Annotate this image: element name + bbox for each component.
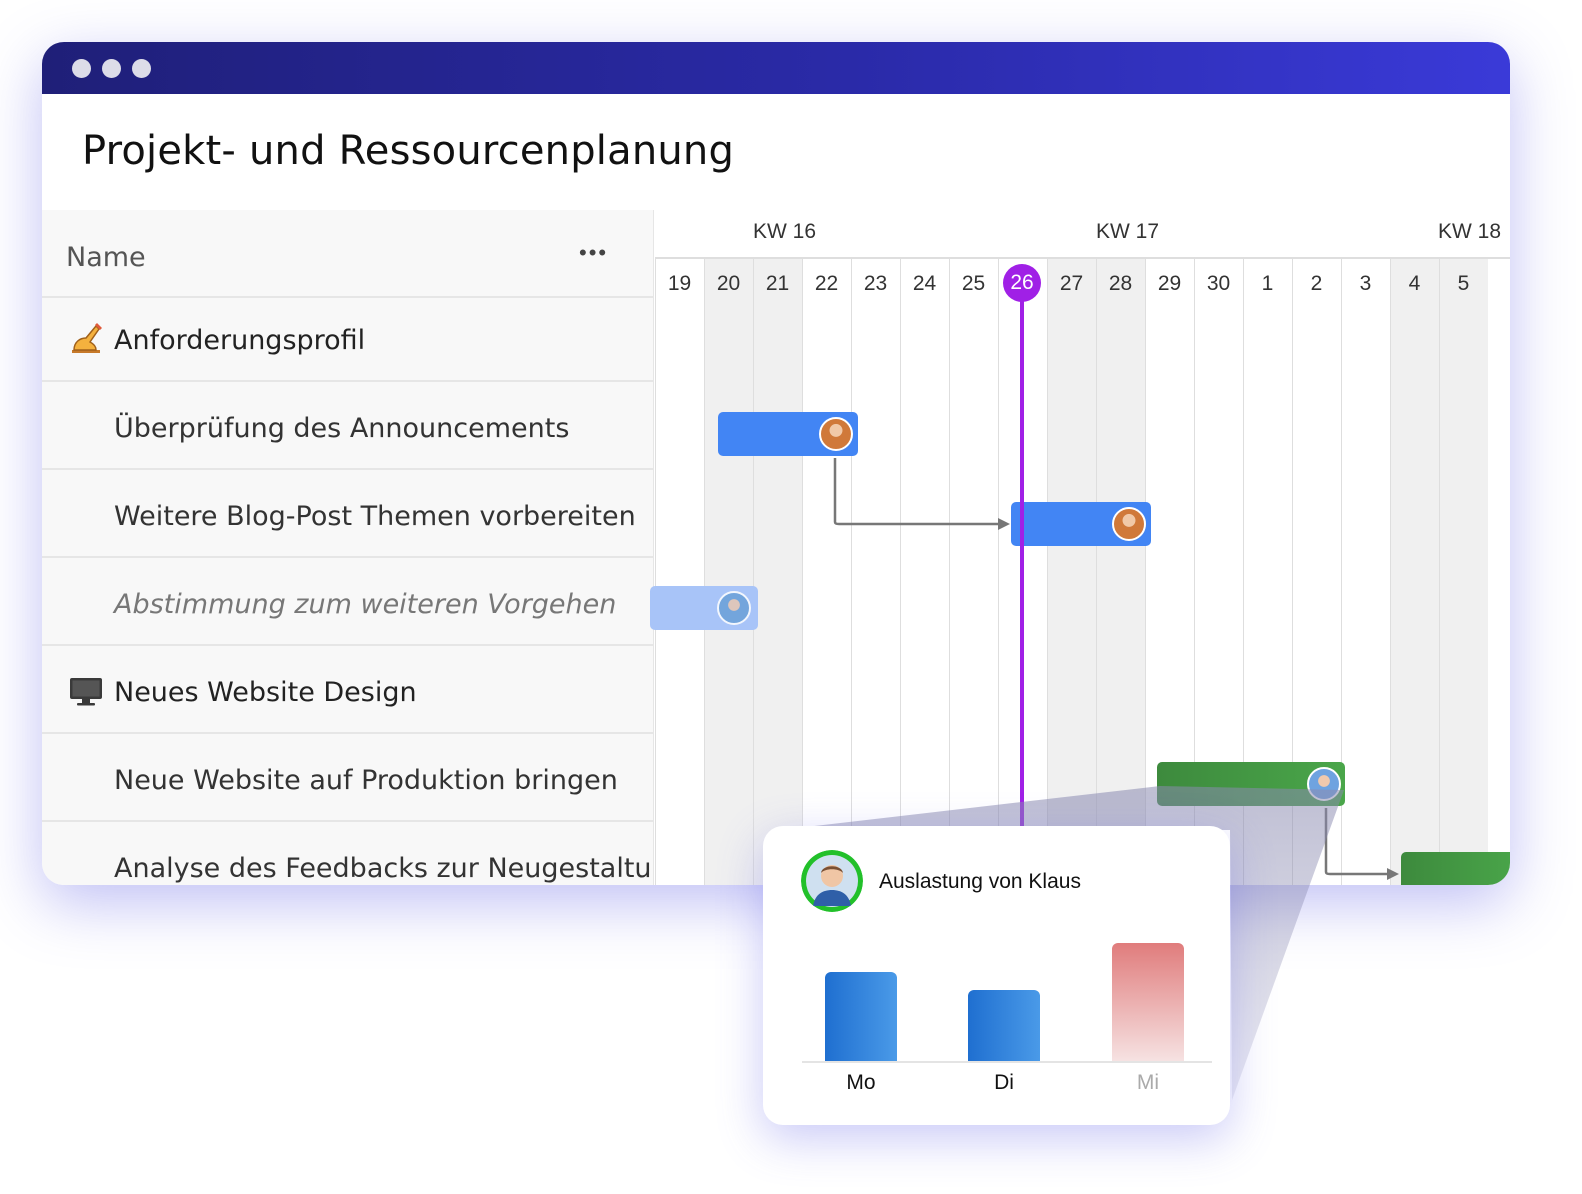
gantt-bar[interactable]	[1157, 762, 1345, 806]
task-row[interactable]: Weitere Blog-Post Themen vorbereiten	[42, 472, 653, 558]
task-row-group[interactable]: Neues Website Design	[42, 648, 653, 734]
user-avatar-icon	[1307, 767, 1341, 801]
chart-baseline	[802, 1061, 1212, 1063]
day-label: 1	[1261, 272, 1274, 295]
app-window: Projekt- und Ressourcenplanung Name ••• …	[42, 42, 1510, 885]
gantt-bar[interactable]	[1401, 852, 1510, 885]
task-row[interactable]: Überprüfung des Announcements	[42, 384, 653, 470]
more-options-icon[interactable]: •••	[579, 240, 608, 266]
chart-category-label: Di	[994, 1071, 1014, 1094]
task-label: Anforderungsprofil	[114, 325, 366, 356]
task-list: Name ••• Anforderungsprofil Überprüfung …	[42, 210, 654, 885]
page-title: Projekt- und Ressourcenplanung	[82, 128, 735, 174]
day-label: 25	[961, 272, 986, 295]
task-row[interactable]: Analyse des Feedbacks zur Neugestaltu	[42, 824, 653, 885]
user-avatar-icon	[717, 591, 751, 625]
name-column-header: Name •••	[42, 210, 653, 298]
day-label: 5	[1457, 272, 1470, 295]
day-label: 30	[1206, 272, 1231, 295]
day-label: 22	[814, 272, 839, 295]
today-marker-line	[1020, 300, 1024, 885]
chart-category-label: Mo	[846, 1071, 876, 1094]
popup-title: Auslastung von Klaus	[879, 870, 1081, 893]
chart-bar[interactable]	[825, 972, 897, 1061]
task-row[interactable]: Abstimmung zum weiteren Vorgehen	[42, 560, 653, 646]
day-label: 20	[716, 272, 741, 295]
gantt-bar[interactable]	[1011, 502, 1151, 546]
day-label: 3	[1359, 272, 1372, 295]
name-header-label: Name	[66, 242, 146, 273]
task-label: Neues Website Design	[114, 677, 417, 708]
title-bar	[42, 42, 1510, 94]
task-label: Abstimmung zum weiteren Vorgehen	[114, 589, 617, 620]
task-label: Neue Website auf Produktion bringen	[114, 765, 618, 796]
day-label: 21	[765, 272, 790, 295]
window-dot-icon[interactable]	[102, 59, 121, 78]
day-label: 4	[1408, 272, 1421, 295]
chart-bar[interactable]	[1112, 943, 1184, 1061]
user-avatar-icon	[801, 850, 863, 912]
task-row-group[interactable]: Anforderungsprofil	[42, 296, 653, 382]
day-label: 29	[1157, 272, 1182, 295]
writing-hand-icon	[72, 323, 102, 353]
day-label: 19	[667, 272, 692, 295]
gantt-bar[interactable]	[650, 586, 758, 630]
chart-bar[interactable]	[968, 990, 1040, 1061]
gantt-bar[interactable]	[718, 412, 858, 456]
dependency-lines	[833, 458, 1399, 880]
window-dot-icon[interactable]	[132, 59, 151, 78]
day-label: 28	[1108, 272, 1133, 295]
workload-popup: Auslastung von Klaus Mo Di Mi	[763, 826, 1230, 1125]
window-dot-icon[interactable]	[72, 59, 91, 78]
user-avatar-icon	[819, 417, 853, 451]
day-label: 23	[863, 272, 888, 295]
task-label: Überprüfung des Announcements	[114, 413, 570, 444]
gantt-timeline: KW 16 KW 17 KW 18 19 20 21 22 23 24 25 26 27 28 29…	[650, 210, 1510, 885]
task-label: Weitere Blog-Post Themen vorbereiten	[114, 501, 636, 532]
chart-category-label: Mi	[1136, 1071, 1160, 1094]
user-avatar-icon	[1112, 507, 1146, 541]
today-day-label: 26	[1003, 264, 1041, 302]
day-label: 2	[1310, 272, 1323, 295]
task-label: Analyse des Feedbacks zur Neugestaltu	[114, 853, 652, 884]
task-row[interactable]: Neue Website auf Produktion bringen	[42, 736, 653, 822]
monitor-icon	[70, 678, 102, 706]
day-label: 27	[1059, 272, 1084, 295]
day-label: 24	[912, 272, 937, 295]
